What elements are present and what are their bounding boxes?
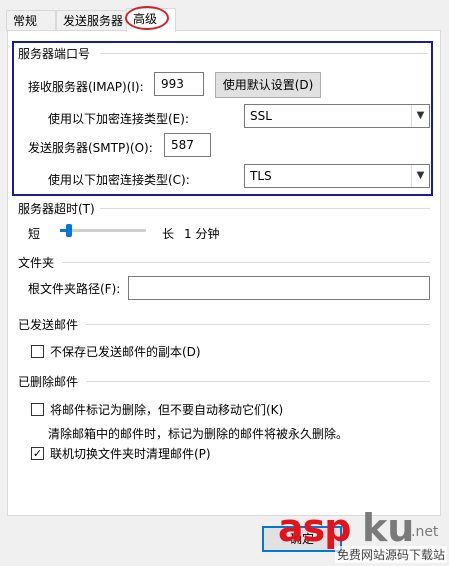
sent-title: 已发送邮件 xyxy=(18,318,79,332)
timeout-long-label: 长 xyxy=(162,227,175,241)
deleted-title: 已删除邮件 xyxy=(18,375,79,389)
imap-encrypt-label: 使用以下加密连接类型(E): xyxy=(48,112,189,126)
use-default-button[interactable]: 使用默认设置(D) xyxy=(215,72,321,98)
chevron-down-icon[interactable]: ▼ xyxy=(411,105,429,127)
timeout-title: 服务器超时(T) xyxy=(18,202,95,216)
deleted-divider xyxy=(86,381,430,382)
tab-advanced[interactable]: 高级 xyxy=(126,8,176,32)
folders-divider xyxy=(62,262,430,263)
advanced-panel xyxy=(7,30,441,516)
smtp-label: 发送服务器(SMTP)(O): xyxy=(28,141,153,155)
mark-deleted-label[interactable]: 将邮件标记为删除，但不要自动移动它们(K) xyxy=(50,401,283,418)
tab-advanced-label: 高级 xyxy=(133,12,158,26)
server-ports-divider xyxy=(100,53,428,54)
chevron-down-icon[interactable]: ▼ xyxy=(411,165,429,187)
imap-label: 接收服务器(IMAP)(I): xyxy=(28,80,144,94)
watermark-net: .net xyxy=(411,524,439,540)
ok-button[interactable]: 确定 xyxy=(262,526,342,552)
root-folder-label: 根文件夹路径(F): xyxy=(28,282,121,296)
sent-divider xyxy=(86,324,430,325)
root-folder-input[interactable] xyxy=(128,276,430,300)
imap-encrypt-value: SSL xyxy=(250,109,272,123)
timeout-short-label: 短 xyxy=(28,227,41,241)
smtp-port-input[interactable]: 587 xyxy=(164,133,211,157)
mark-deleted-checkbox[interactable] xyxy=(31,403,44,416)
timeout-value: 1 分钟 xyxy=(184,227,220,241)
imap-port-input[interactable]: 993 xyxy=(154,72,204,96)
smtp-encrypt-label: 使用以下加密连接类型(C): xyxy=(48,173,190,187)
timeout-slider-track[interactable] xyxy=(60,229,146,232)
purge-note: 清除邮箱中的邮件时，标记为删除的邮件将被永久删除。 xyxy=(48,427,349,441)
no-copy-label[interactable]: 不保存已发送邮件的副本(D) xyxy=(50,343,201,360)
purge-label[interactable]: 联机切换文件夹时清理邮件(P) xyxy=(50,445,211,462)
smtp-encrypt-value: TLS xyxy=(250,169,272,183)
no-copy-checkbox[interactable] xyxy=(31,345,44,358)
imap-encrypt-select[interactable]: SSL ▼ xyxy=(244,104,430,128)
timeout-slider-thumb[interactable] xyxy=(66,224,73,237)
tab-outgoing-server-label: 发送服务器 xyxy=(63,14,124,28)
smtp-encrypt-select[interactable]: TLS ▼ xyxy=(244,164,430,188)
server-ports-title: 服务器端口号 xyxy=(18,47,91,61)
timeout-divider xyxy=(100,208,430,209)
watermark-subtitle: 免费网站源码下载站 xyxy=(335,546,448,563)
folders-title: 文件夹 xyxy=(18,256,55,270)
tab-general[interactable]: 常规 xyxy=(6,10,56,31)
tab-general-label: 常规 xyxy=(13,14,38,28)
purge-checkbox[interactable]: ✓ xyxy=(31,447,44,460)
